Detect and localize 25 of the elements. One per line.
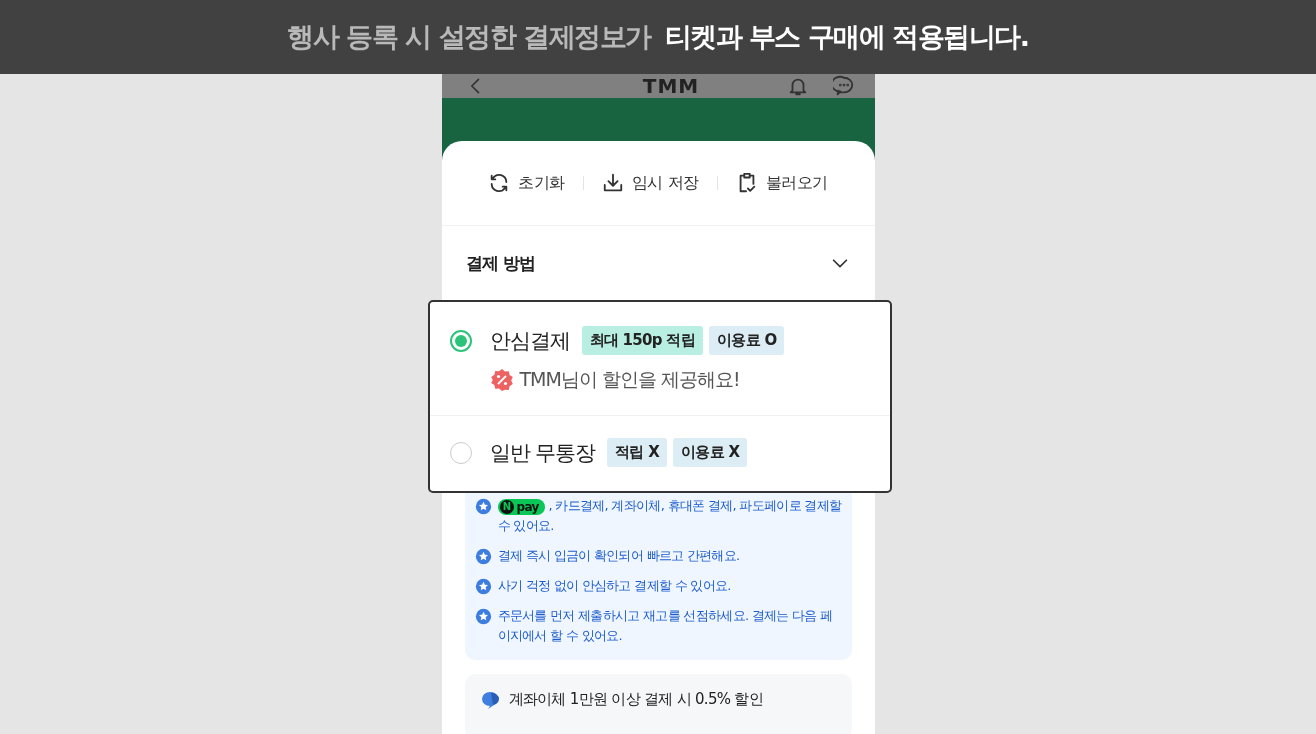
section-title: 결제 방법 xyxy=(465,251,536,275)
option-tag: 이용료 X xyxy=(673,438,748,467)
app-logo: TMM xyxy=(641,74,701,98)
info-text: N pay , 카드결제, 계좌이체, 휴대폰 결제, 파도페이로 결제할 수 있어요. xyxy=(497,497,842,535)
speech-bubble-icon xyxy=(480,690,501,709)
toolbar-button[interactable]: 임시 저장 xyxy=(583,172,717,194)
chat-icon xyxy=(832,75,855,97)
toolbar-button[interactable]: 불러오기 xyxy=(717,172,846,194)
option-tag: 적립 X xyxy=(607,438,668,467)
percent-badge-icon xyxy=(489,368,514,392)
radio-button[interactable] xyxy=(449,329,472,352)
discount-text: 계좌이체 1만원 이상 결제 시 0.5% 할인 xyxy=(508,690,763,709)
toolbar-button[interactable]: 초기화 xyxy=(470,172,583,194)
banner-caption-emphasis: 티켓과 부스 구매에 적용됩니다. xyxy=(664,20,1029,54)
info-text: 결제 즉시 입금이 확인되어 빠르고 간편해요. xyxy=(497,547,740,565)
pay-badge: N pay xyxy=(497,498,545,515)
banner-caption: 행사 등록 시 설정한 결제정보가 xyxy=(287,20,651,54)
discount-note: TMM님이 할인을 제공해요! xyxy=(519,367,740,392)
info-text: 사기 걱정 없이 안심하고 결제할 수 있어요. xyxy=(497,577,731,595)
option-label: 안심결제 xyxy=(489,327,570,355)
info-text: 주문서를 먼저 제출하시고 재고를 선점하세요. 결제는 다음 페이지에서 할 수 있어요. xyxy=(497,607,834,645)
download-icon xyxy=(601,172,624,194)
option-label: 일반 무통장 xyxy=(489,439,596,467)
option-tag: 최대 150p 적립 xyxy=(581,326,703,355)
option-tag: 이용료 O xyxy=(709,326,785,355)
